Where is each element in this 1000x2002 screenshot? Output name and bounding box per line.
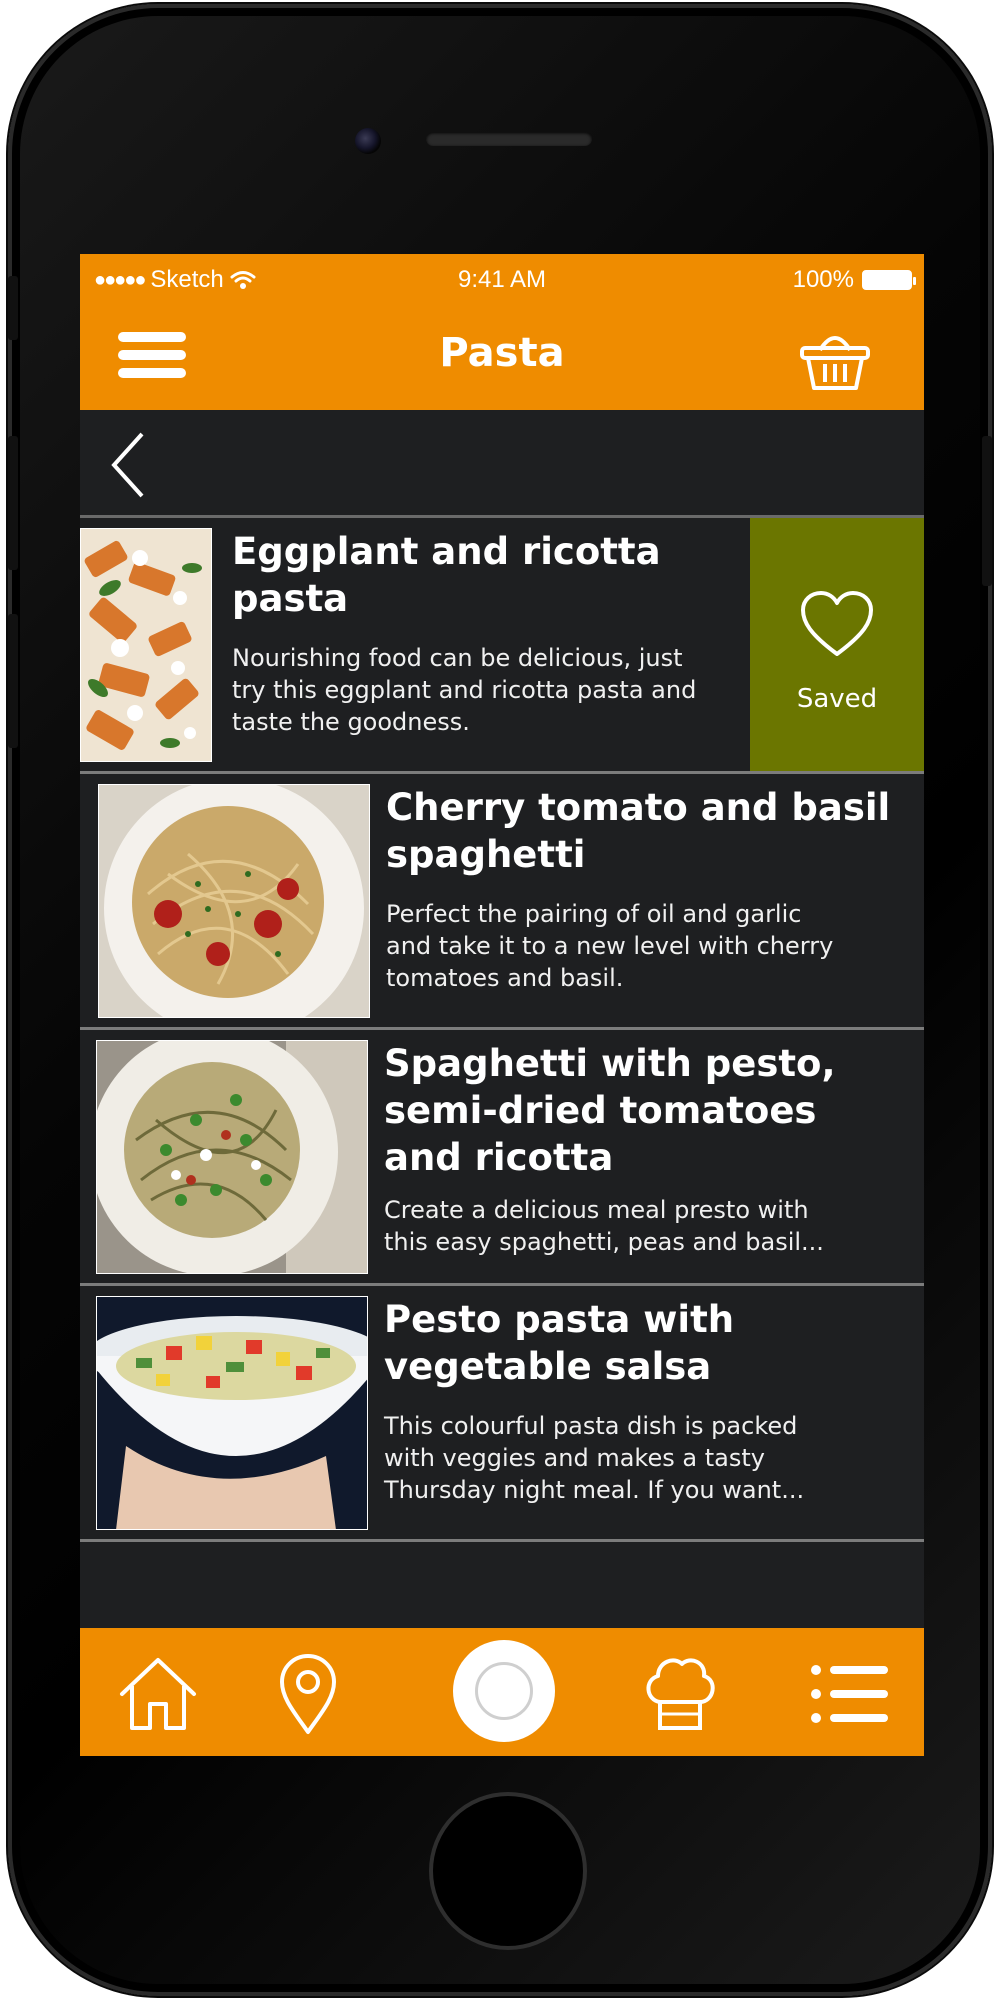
app-screen: ●●●●● Sketch 9:41 AM 100% Pasta Eggplant…: [80, 254, 924, 1756]
recipe-title: Spaghetti with pesto, semi-dried tomatoe…: [384, 1042, 836, 1179]
recipe-list: Eggplant and ricotta pasta Nourishing fo…: [80, 518, 924, 1542]
record-button[interactable]: [453, 1640, 555, 1742]
mute-switch: [8, 276, 18, 340]
saved-label: Saved: [796, 684, 878, 714]
recipe-title: Pesto pasta with vegetable salsa: [384, 1298, 735, 1388]
front-camera: [355, 128, 381, 154]
power-button: [982, 436, 992, 586]
saved-button[interactable]: Saved: [750, 518, 924, 771]
recipe-description: Create a delicious meal presto with this…: [384, 1196, 824, 1256]
status-bar: ●●●●● Sketch 9:41 AM 100%: [80, 254, 924, 304]
chevron-left-icon[interactable]: [108, 430, 148, 500]
recipe-image-eggplant-pasta: [80, 528, 212, 762]
sub-header: [80, 410, 924, 518]
recipe-title: Cherry tomato and basil spaghetti: [386, 786, 891, 876]
recipe-title: Eggplant and ricotta pasta: [232, 530, 661, 620]
location-pin-icon[interactable]: [266, 1652, 350, 1736]
chef-hat-icon[interactable]: [638, 1652, 722, 1736]
list-icon[interactable]: [808, 1652, 892, 1736]
navigation-bar: Pasta: [80, 304, 924, 410]
tab-bar: [80, 1628, 924, 1756]
recipe-row[interactable]: Spaghetti with pesto, semi-dried tomatoe…: [80, 1030, 924, 1286]
battery-icon: [862, 270, 916, 290]
volume-down-button: [8, 614, 18, 748]
basket-icon[interactable]: [798, 324, 872, 394]
recipe-row[interactable]: Cherry tomato and basil spaghetti Perfec…: [80, 774, 924, 1030]
heart-icon: [801, 591, 873, 656]
home-button[interactable]: [429, 1792, 587, 1950]
recipe-image-cherry-tomato-spaghetti: [98, 784, 370, 1018]
recipe-row[interactable]: Pesto pasta with vegetable salsa This co…: [80, 1286, 924, 1542]
volume-up-button: [8, 436, 18, 570]
recipe-image-pesto-pasta-salsa: [96, 1296, 368, 1530]
recipe-description: Nourishing food can be delicious, just t…: [232, 644, 697, 736]
recipe-description: This colourful pasta dish is packed with…: [384, 1412, 805, 1504]
earpiece-speaker: [426, 132, 592, 146]
recipe-description: Perfect the pairing of oil and garlic an…: [386, 900, 834, 992]
home-icon[interactable]: [116, 1652, 200, 1736]
recipe-image-pesto-spaghetti: [96, 1040, 368, 1274]
battery-percent: 100%: [792, 266, 854, 293]
recipe-row[interactable]: Eggplant and ricotta pasta Nourishing fo…: [80, 518, 924, 774]
